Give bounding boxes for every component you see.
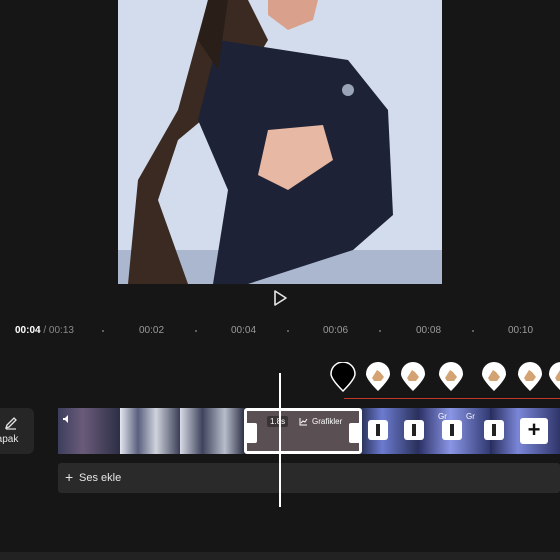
- total-time: 00:13: [48, 325, 74, 336]
- ruler-tick-label: 00:02: [139, 325, 165, 336]
- speaker-icon[interactable]: [62, 414, 72, 424]
- time-display: 00:04 / 00:13: [15, 325, 74, 336]
- clip-effect-label: Grafikler: [312, 417, 343, 426]
- hand-marker-icon[interactable]: [548, 362, 560, 392]
- ruler-tick-label: 00:08: [416, 325, 442, 336]
- clip-speed-label: 1.8s: [267, 416, 289, 427]
- cover-label: Kapak: [0, 434, 19, 445]
- preview-frame-image: [118, 0, 442, 284]
- clip-effect-label: Gr: [466, 412, 475, 421]
- ruler-tick-label: 00:04: [231, 325, 257, 336]
- selected-clip[interactable]: 1.8s Grafikler: [244, 408, 362, 454]
- keyframe-marker[interactable]: [404, 420, 424, 440]
- ruler-dot: [287, 330, 289, 332]
- add-audio-label: Ses ekle: [79, 472, 122, 484]
- hand-marker-icon[interactable]: [517, 362, 543, 392]
- plus-icon: +: [527, 417, 541, 442]
- keyframe-marker[interactable]: [368, 420, 388, 440]
- hand-marker-icon[interactable]: [400, 362, 426, 392]
- current-time: 00:04: [15, 325, 41, 336]
- playhead[interactable]: [279, 373, 281, 507]
- add-clip-button[interactable]: +: [520, 418, 548, 444]
- ruler-tick-label: 00:06: [323, 325, 349, 336]
- hand-marker-icon[interactable]: [365, 362, 391, 392]
- time-ruler[interactable]: 00:04 / 00:13 00:02 00:04 00:06 00:08 00…: [0, 318, 560, 342]
- ruler-dot: [379, 330, 381, 332]
- ruler-dot: [472, 330, 474, 332]
- trim-handle-right[interactable]: [349, 423, 361, 443]
- play-button[interactable]: [271, 289, 289, 307]
- keyframe-marker[interactable]: [484, 420, 504, 440]
- graph-icon: [299, 418, 308, 426]
- add-audio-row[interactable]: + Ses ekle: [58, 463, 560, 493]
- hand-marker-icon[interactable]: [438, 362, 464, 392]
- track-thumbnail: [180, 408, 244, 454]
- hand-marker-icon[interactable]: [481, 362, 507, 392]
- clip-effect-label: Gr: [438, 412, 447, 421]
- ruler-dot: [195, 330, 197, 332]
- video-preview: [118, 0, 442, 284]
- bottom-bar: [0, 552, 560, 560]
- play-icon: [274, 290, 287, 306]
- ruler-tick-label: 00:10: [508, 325, 534, 336]
- track-thumbnail: [120, 408, 180, 454]
- time-separator: /: [40, 325, 49, 336]
- marker-pin-active[interactable]: [330, 362, 356, 392]
- ruler-dot: [102, 330, 104, 332]
- trim-handle-left[interactable]: [245, 423, 257, 443]
- cover-button[interactable]: Kapak: [0, 408, 34, 454]
- pencil-icon: [4, 417, 17, 430]
- keyframe-marker[interactable]: [442, 420, 462, 440]
- plus-icon: +: [65, 469, 74, 485]
- marker-line: [344, 398, 560, 399]
